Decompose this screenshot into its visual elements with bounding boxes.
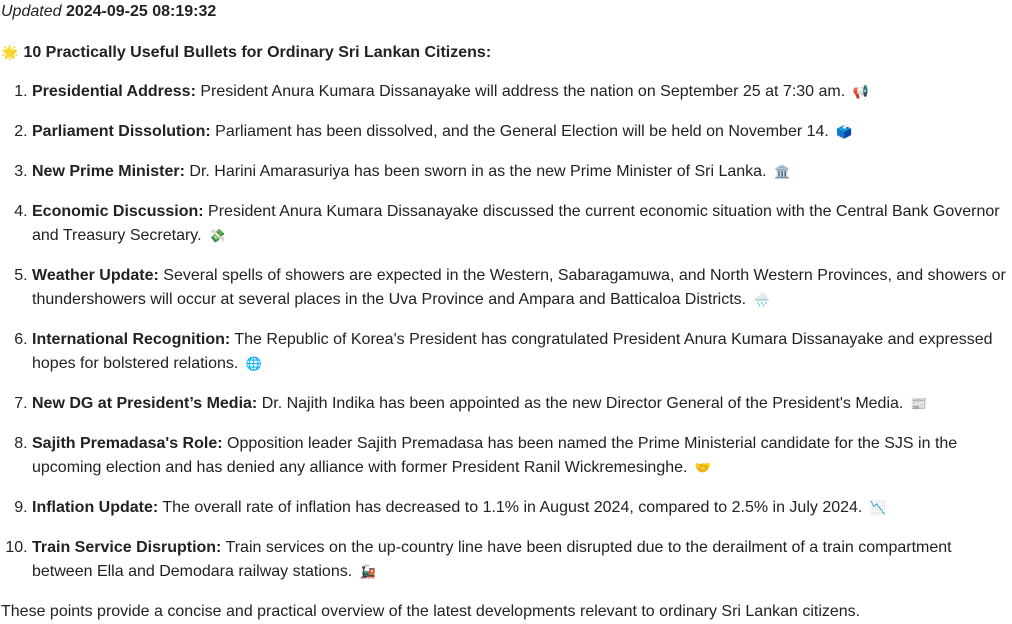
rain-cloud-icon: 🌧️ <box>753 292 770 307</box>
list-item: New Prime Minister: Dr. Harini Amarasuri… <box>32 160 1010 184</box>
item-text: Dr. Najith Indika has been appointed as … <box>261 395 904 412</box>
list-item: Inflation Update: The overall rate of in… <box>32 496 1010 520</box>
item-title: Weather Update: <box>32 267 159 284</box>
item-text: Parliament has been dissolved, and the G… <box>215 123 829 140</box>
globe-icon: 🌐 <box>245 356 262 371</box>
list-item: Train Service Disruption: Train services… <box>32 536 1010 584</box>
list-item: New DG at President’s Media: Dr. Najith … <box>32 392 1010 416</box>
money-with-wings-icon: 💸 <box>209 228 226 243</box>
item-title: Economic Discussion: <box>32 203 204 220</box>
item-title: Sajith Premadasa's Role: <box>32 435 223 452</box>
item-text: Several spells of showers are expected i… <box>32 267 1006 308</box>
heading-text: 10 Practically Useful Bullets for Ordina… <box>23 44 492 61</box>
item-title: Inflation Update: <box>32 499 159 516</box>
list-item: Sajith Premadasa's Role: Opposition lead… <box>32 432 1010 480</box>
star-icon: 🌟 <box>1 44 19 60</box>
item-title: New DG at President’s Media: <box>32 395 258 412</box>
updated-timestamp: 2024-09-25 08:19:32 <box>65 3 217 20</box>
bullet-list: Presidential Address: President Anura Ku… <box>0 80 1010 600</box>
classical-building-icon: 🏛️ <box>773 164 791 179</box>
item-title: Parliament Dissolution: <box>32 123 211 140</box>
updated-label: Updated <box>1 3 62 20</box>
megaphone-icon: 📢 <box>852 84 869 99</box>
list-item: Economic Discussion: President Anura Kum… <box>32 200 1010 248</box>
ballot-box-icon: 🗳️ <box>836 124 853 139</box>
item-text: The overall rate of inflation has decrea… <box>162 499 863 516</box>
page-heading: 🌟 10 Practically Useful Bullets for Ordin… <box>1 40 491 64</box>
list-item: Weather Update: Several spells of shower… <box>32 264 1010 312</box>
chart-decreasing-icon: 📉 <box>869 500 887 515</box>
item-text: President Anura Kumara Dissanayake will … <box>200 83 846 100</box>
list-item: International Recognition: The Republic … <box>32 328 1010 376</box>
summary-footer: These points provide a concise and pract… <box>1 603 861 620</box>
item-title: Presidential Address: <box>32 83 196 100</box>
item-title: Train Service Disruption: <box>32 539 222 556</box>
item-text: Dr. Harini Amarasuriya has been sworn in… <box>189 163 767 180</box>
updated-line: Updated 2024-09-25 08:19:32 <box>1 0 216 24</box>
handshake-icon: 🤝 <box>694 460 712 475</box>
list-item: Parliament Dissolution: Parliament has b… <box>32 120 1010 144</box>
newspaper-icon: 📰 <box>910 396 927 411</box>
item-title: International Recognition: <box>32 331 231 348</box>
item-title: New Prime Minister: <box>32 163 185 180</box>
list-item: Presidential Address: President Anura Ku… <box>32 80 1010 104</box>
locomotive-icon: 🚂 <box>359 564 376 579</box>
